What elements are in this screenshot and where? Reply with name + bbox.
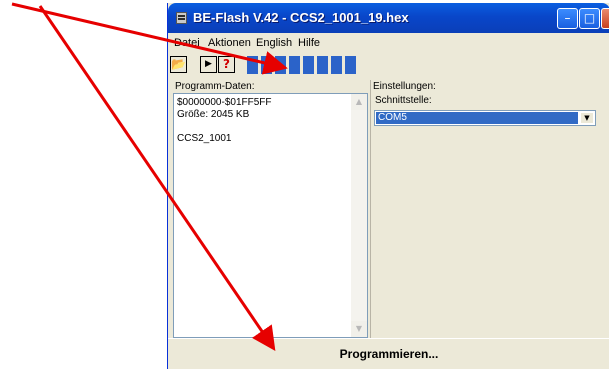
- app-window: BE-Flash V.42 - CCS2_1001_19.hex – □ Dat…: [167, 3, 609, 369]
- vertical-scrollbar[interactable]: ▲ ▼: [351, 94, 367, 337]
- progress-segment: [261, 56, 272, 74]
- progress-segment: [275, 56, 286, 74]
- maximize-button[interactable]: □: [579, 8, 600, 29]
- toolbar: 📂 ▶ ?: [168, 53, 609, 77]
- progress-segment: [303, 56, 314, 74]
- interface-select[interactable]: COM5 ▼: [374, 110, 596, 126]
- folder-open-icon[interactable]: 📂: [170, 56, 187, 73]
- help-icon[interactable]: ?: [218, 56, 235, 73]
- menu-hilfe[interactable]: Hilfe: [298, 37, 320, 49]
- app-icon: [176, 12, 187, 24]
- close-button[interactable]: [601, 8, 609, 29]
- progress-segment: [345, 56, 356, 74]
- menu-aktionen[interactable]: Aktionen: [208, 37, 251, 49]
- title-bar[interactable]: BE-Flash V.42 - CCS2_1001_19.hex – □: [168, 3, 609, 33]
- program-button[interactable]: Programmieren...: [168, 338, 609, 369]
- progress-segment: [289, 56, 300, 74]
- minimize-button[interactable]: –: [557, 8, 578, 29]
- program-data-box[interactable]: $0000000-$01FF5FF Größe: 2045 KB CCS2_10…: [173, 93, 368, 338]
- menu-bar: Datei Aktionen English Hilfe: [168, 34, 609, 52]
- interface-label: Schnittstelle:: [375, 95, 432, 106]
- progress-bar: [247, 56, 359, 74]
- scroll-down-icon[interactable]: ▼: [351, 321, 367, 337]
- size-info: Größe: 2045 KB: [177, 109, 250, 120]
- progress-segment: [247, 56, 258, 74]
- interface-value: COM5: [376, 112, 578, 124]
- scroll-up-icon[interactable]: ▲: [351, 94, 367, 110]
- address-range: $0000000-$01FF5FF: [177, 97, 272, 108]
- progress-segment: [317, 56, 328, 74]
- menu-datei[interactable]: Datei: [174, 37, 200, 49]
- window-title: BE-Flash V.42 - CCS2_1001_19.hex: [193, 10, 409, 25]
- chevron-down-icon[interactable]: ▼: [580, 112, 594, 124]
- play-icon[interactable]: ▶: [200, 56, 217, 73]
- settings-label: Einstellungen:: [373, 81, 436, 92]
- file-name: CCS2_1001: [177, 133, 232, 144]
- menu-english[interactable]: English: [256, 37, 292, 49]
- progress-segment: [331, 56, 342, 74]
- program-data-label: Programm-Daten:: [175, 81, 255, 92]
